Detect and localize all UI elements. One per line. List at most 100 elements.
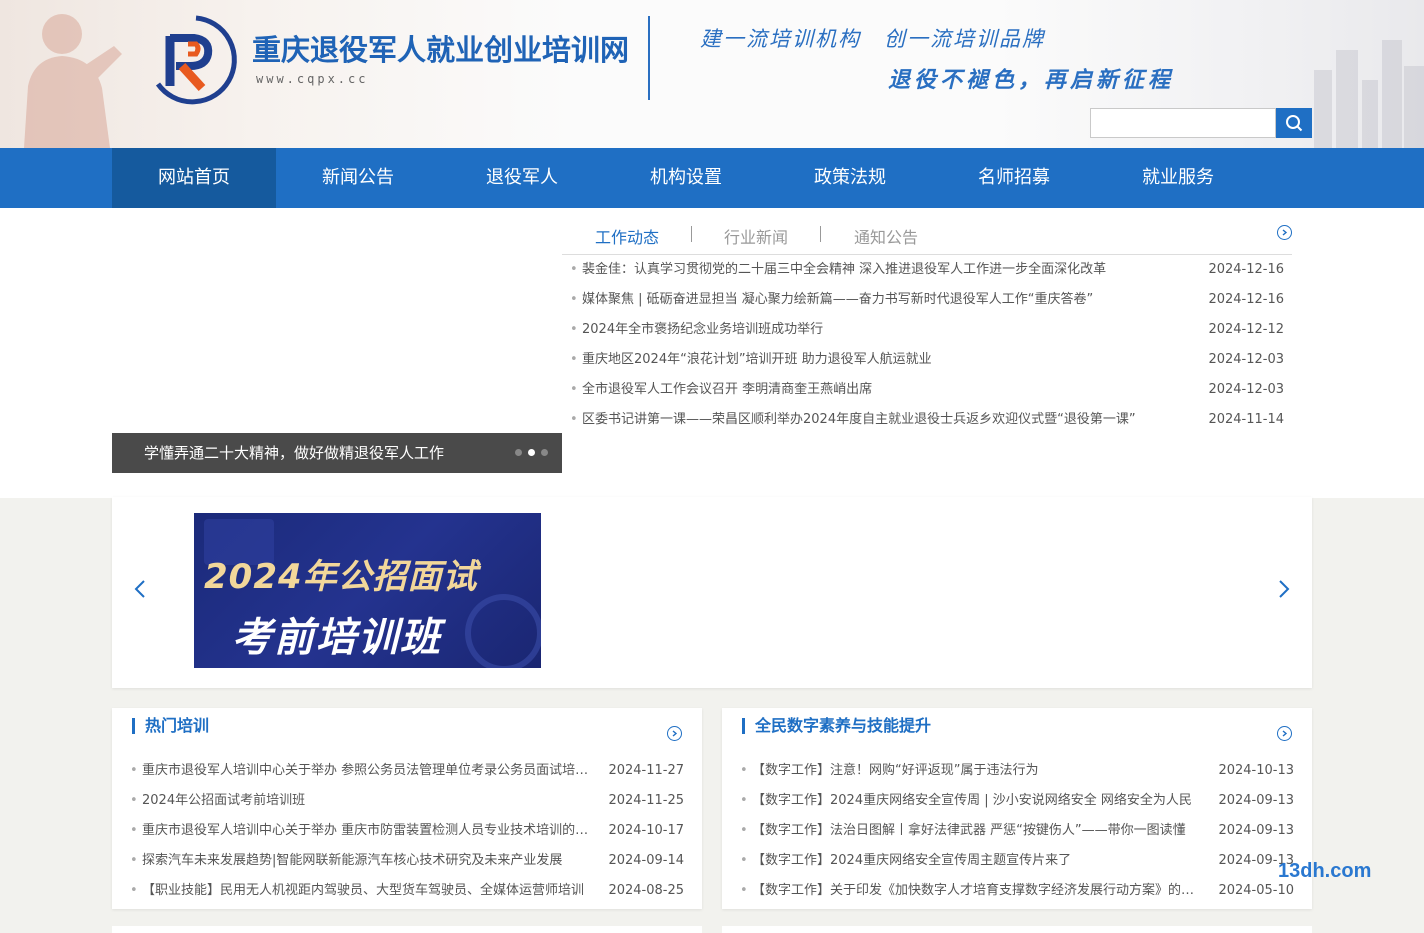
carousel-prev-button[interactable] — [130, 575, 150, 603]
news-date: 2024-12-03 — [1208, 382, 1284, 397]
chevron-left-icon — [134, 580, 145, 598]
promo-line-2: 考前培训班 — [232, 615, 442, 661]
panel-title: 热门培训 — [132, 718, 209, 734]
chevron-right-icon — [1282, 730, 1288, 737]
digital-title[interactable]: 【数字工作】2024重庆网络安全宣传周 | 沙小安说网络安全 网络安全为人民 — [752, 786, 1202, 816]
hot-training-panel: 热门培训 • 重庆市退役军人培训中心关于举办 参照公务员法管理单位考录公务员面试培… — [112, 708, 702, 909]
chevron-right-icon — [672, 730, 678, 737]
training-title[interactable]: 【职业技能】民用无人机视距内驾驶员、大型货车驾驶员、全媒体运营师培训 — [142, 876, 592, 906]
news-date: 2024-11-14 — [1208, 412, 1284, 427]
nav-organization[interactable]: 机构设置 — [604, 148, 768, 208]
news-tabs: 工作动态 行业新闻 通知公告 — [562, 220, 1292, 255]
list-item: • 重庆市退役军人培训中心关于举办 重庆市防雷装置检测人员专业技术培训的通知 202… — [130, 816, 684, 846]
list-item: • 探索汽车未来发展趋势|智能网联新能源汽车核心技术研究及未来产业发展 2024-0… — [130, 846, 684, 876]
news-title[interactable]: 区委书记讲第一课——荣昌区顺利举办2024年度自主就业退役士兵返乡欢迎仪式暨“退… — [582, 406, 1190, 436]
digital-date: 2024-09-13 — [1218, 823, 1294, 838]
training-title[interactable]: 探索汽车未来发展趋势|智能网联新能源汽车核心技术研究及未来产业发展 — [142, 846, 592, 876]
nav-home[interactable]: 网站首页 — [112, 148, 276, 208]
news-date: 2024-12-16 — [1208, 292, 1284, 307]
hot-training-list: • 重庆市退役军人培训中心关于举办 参照公务员法管理单位考录公务员面试培训班的通知… — [130, 756, 684, 906]
list-item: • 全市退役军人工作会议召开 李明清商奎王燕峭出席 2024-12-03 — [570, 376, 1284, 406]
training-title[interactable]: 2024年公招面试考前培训班 — [142, 786, 592, 816]
tab-notices[interactable]: 通知公告 — [854, 224, 918, 248]
promo-carousel: 2024年公招面试 考前培训班 — [112, 497, 1312, 688]
digital-title[interactable]: 【数字工作】2024重庆网络安全宣传周主题宣传片来了 — [752, 846, 1202, 876]
site-logo[interactable] — [150, 14, 240, 106]
news-title[interactable]: 全市退役军人工作会议召开 李明清商奎王燕峭出席 — [582, 376, 1190, 406]
news-list: • 裴金佳：认真学习贯彻党的二十届三中全会精神 深入推进退役军人工作进一步全面深化… — [570, 256, 1284, 436]
soldier-silhouette-image — [24, 14, 122, 148]
list-item: • 媒体聚焦 | 砥砺奋进显担当 凝心聚力绘新篇——奋力书写新时代退役军人工作“重… — [570, 286, 1284, 316]
digital-date: 2024-10-13 — [1218, 763, 1294, 778]
panel-title: 全民数字素养与技能提升 — [742, 718, 931, 734]
slider-dot-active[interactable] — [528, 449, 535, 456]
list-item: • 2024年公招面试考前培训班 2024-11-25 — [130, 786, 684, 816]
tab-work-news[interactable]: 工作动态 — [595, 224, 659, 248]
slogan-line-2: 退役不褪色，再启新征程 — [888, 67, 1175, 93]
training-title[interactable]: 重庆市退役军人培训中心关于举办 重庆市防雷装置检测人员专业技术培训的通知 — [142, 816, 592, 846]
nav-employment[interactable]: 就业服务 — [1096, 148, 1260, 208]
training-date: 2024-08-25 — [608, 883, 684, 898]
next-panel-edge — [722, 926, 1312, 933]
list-item: • 【数字工作】注意！网购“好评返现”属于违法行为 2024-10-13 — [740, 756, 1294, 786]
list-item: • 【数字工作】2024重庆网络安全宣传周 | 沙小安说网络安全 网络安全为人民 2… — [740, 786, 1294, 816]
list-item: • 【数字工作】法治日图解丨拿好法律武器 严惩“按键伤人”——带你一图读懂 2024… — [740, 816, 1294, 846]
next-panel-edge — [112, 926, 702, 933]
search-box — [1090, 108, 1312, 138]
header-divider — [648, 16, 650, 100]
promo-line-1: 2024年公招面试 — [204, 557, 478, 597]
news-title[interactable]: 2024年全市褒扬纪念业务培训班成功举行 — [582, 316, 1190, 346]
digital-title[interactable]: 【数字工作】法治日图解丨拿好法律武器 严惩“按键伤人”——带你一图读懂 — [752, 816, 1202, 846]
slider-dot[interactable] — [515, 449, 522, 456]
digital-title[interactable]: 【数字工作】注意！网购“好评返现”属于违法行为 — [752, 756, 1202, 786]
news-title[interactable]: 媒体聚焦 | 砥砺奋进显担当 凝心聚力绘新篇——奋力书写新时代退役军人工作“重庆… — [582, 286, 1190, 316]
training-title[interactable]: 重庆市退役军人培训中心关于举办 参照公务员法管理单位考录公务员面试培训班的通知 — [142, 756, 592, 786]
main-nav: 网站首页 新闻公告 退役军人 机构设置 政策法规 名师招募 就业服务 — [0, 148, 1424, 208]
nav-veterans[interactable]: 退役军人 — [440, 148, 604, 208]
watermark: 13dh.com — [1278, 860, 1372, 882]
list-item: • 区委书记讲第一课——荣昌区顺利举办2024年度自主就业退役士兵返乡欢迎仪式暨“… — [570, 406, 1284, 436]
tab-industry-news[interactable]: 行业新闻 — [724, 224, 788, 248]
nav-news[interactable]: 新闻公告 — [276, 148, 440, 208]
slider-caption-text: 学懂弄通二十大精神，做好做精退役军人工作 — [144, 444, 445, 462]
site-title[interactable]: 重庆退役军人就业创业培训网 — [252, 27, 629, 69]
digital-literacy-panel: 全民数字素养与技能提升 • 【数字工作】注意！网购“好评返现”属于违法行为 2024… — [722, 708, 1312, 909]
tab-separator — [820, 226, 821, 242]
list-item: • 【数字工作】2024重庆网络安全宣传周主题宣传片来了 2024-09-13 — [740, 846, 1294, 876]
news-date: 2024-12-12 — [1208, 322, 1284, 337]
search-input[interactable] — [1090, 108, 1276, 138]
training-date: 2024-10-17 — [608, 823, 684, 838]
news-date: 2024-12-16 — [1208, 262, 1284, 277]
site-header: 重庆退役军人就业创业培训网 www.cqpx.cc 建一流培训机构 创一流培训品… — [0, 0, 1424, 148]
news-title[interactable]: 重庆地区2024年“浪花计划”培训开班 助力退役军人航运就业 — [582, 346, 1190, 376]
training-date: 2024-11-25 — [608, 793, 684, 808]
list-item: • 重庆市退役军人培训中心关于举办 参照公务员法管理单位考录公务员面试培训班的通知… — [130, 756, 684, 786]
image-slider[interactable]: 学懂弄通二十大精神，做好做精退役军人工作 — [112, 220, 562, 473]
city-skyline-image — [1314, 40, 1424, 148]
news-more-button[interactable] — [1277, 225, 1292, 240]
nav-teacher-recruit[interactable]: 名师招募 — [932, 148, 1096, 208]
list-item: • 2024年全市褒扬纪念业务培训班成功举行 2024-12-12 — [570, 316, 1284, 346]
tab-separator — [691, 226, 692, 242]
digital-list: • 【数字工作】注意！网购“好评返现”属于违法行为 2024-10-13 • 【数字工… — [740, 756, 1294, 906]
digital-more-button[interactable] — [1277, 726, 1292, 741]
chevron-right-icon — [1279, 580, 1290, 598]
digital-date: 2024-09-13 — [1218, 793, 1294, 808]
nav-policy[interactable]: 政策法规 — [768, 148, 932, 208]
slider-dot[interactable] — [541, 449, 548, 456]
slogan-line-1: 建一流培训机构 创一流培训品牌 — [700, 27, 1045, 51]
search-button[interactable] — [1276, 108, 1312, 138]
carousel-next-button[interactable] — [1274, 575, 1294, 603]
chevron-right-icon — [1282, 229, 1288, 236]
training-date: 2024-09-14 — [608, 853, 684, 868]
hot-training-more-button[interactable] — [667, 726, 682, 741]
promo-banner-image[interactable]: 2024年公招面试 考前培训班 — [194, 513, 541, 668]
slider-caption[interactable]: 学懂弄通二十大精神，做好做精退役军人工作 — [112, 433, 562, 473]
digital-title[interactable]: 【数字工作】关于印发《加快数字人才培育支撑数字经济发展行动方案》的通知 — [752, 876, 1202, 906]
list-item: • 【职业技能】民用无人机视距内驾驶员、大型货车驾驶员、全媒体运营师培训 2024-… — [130, 876, 684, 906]
list-item: • 重庆地区2024年“浪花计划”培训开班 助力退役军人航运就业 2024-12-0… — [570, 346, 1284, 376]
news-title[interactable]: 裴金佳：认真学习贯彻党的二十届三中全会精神 深入推进退役军人工作进一步全面深化改… — [582, 256, 1190, 286]
site-url: www.cqpx.cc — [256, 72, 369, 86]
list-item: • 【数字工作】关于印发《加快数字人才培育支撑数字经济发展行动方案》的通知 2024… — [740, 876, 1294, 906]
news-section: 学懂弄通二十大精神，做好做精退役军人工作 工作动态 行业新闻 通知公告 • 裴金佳… — [0, 208, 1424, 498]
